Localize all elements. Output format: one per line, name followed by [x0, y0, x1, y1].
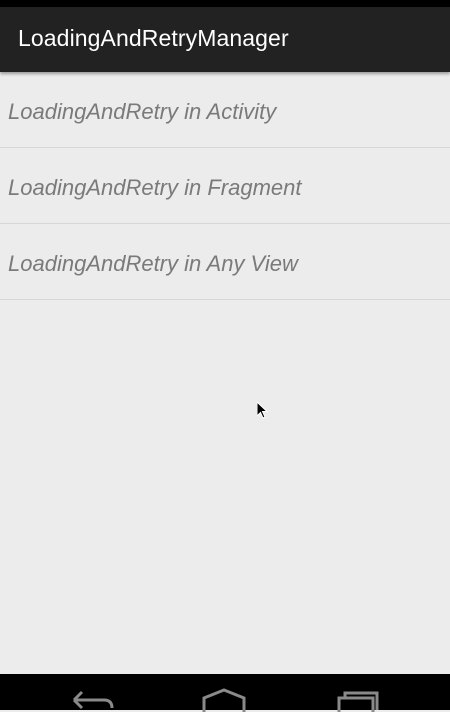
back-icon [72, 690, 114, 710]
recent-apps-button[interactable] [333, 688, 383, 712]
list-item-label: LoadingAndRetry in Activity [8, 99, 277, 124]
navigation-bar [0, 674, 450, 712]
list-item-fragment[interactable]: LoadingAndRetry in Fragment [0, 148, 450, 224]
status-bar [0, 0, 450, 7]
app-title: LoadingAndRetryManager [18, 25, 289, 51]
list-item-label: LoadingAndRetry in Fragment [8, 175, 302, 200]
list-item-label: LoadingAndRetry in Any View [8, 251, 298, 276]
back-button[interactable] [68, 688, 118, 712]
home-icon [202, 688, 246, 712]
menu-list: LoadingAndRetry in Activity LoadingAndRe… [0, 72, 450, 300]
list-item-any-view[interactable]: LoadingAndRetry in Any View [0, 224, 450, 300]
home-button[interactable] [199, 688, 249, 712]
mouse-cursor-icon [256, 400, 269, 420]
recent-apps-icon [337, 691, 379, 712]
list-item-activity[interactable]: LoadingAndRetry in Activity [0, 72, 450, 148]
action-bar: LoadingAndRetryManager [0, 7, 450, 72]
